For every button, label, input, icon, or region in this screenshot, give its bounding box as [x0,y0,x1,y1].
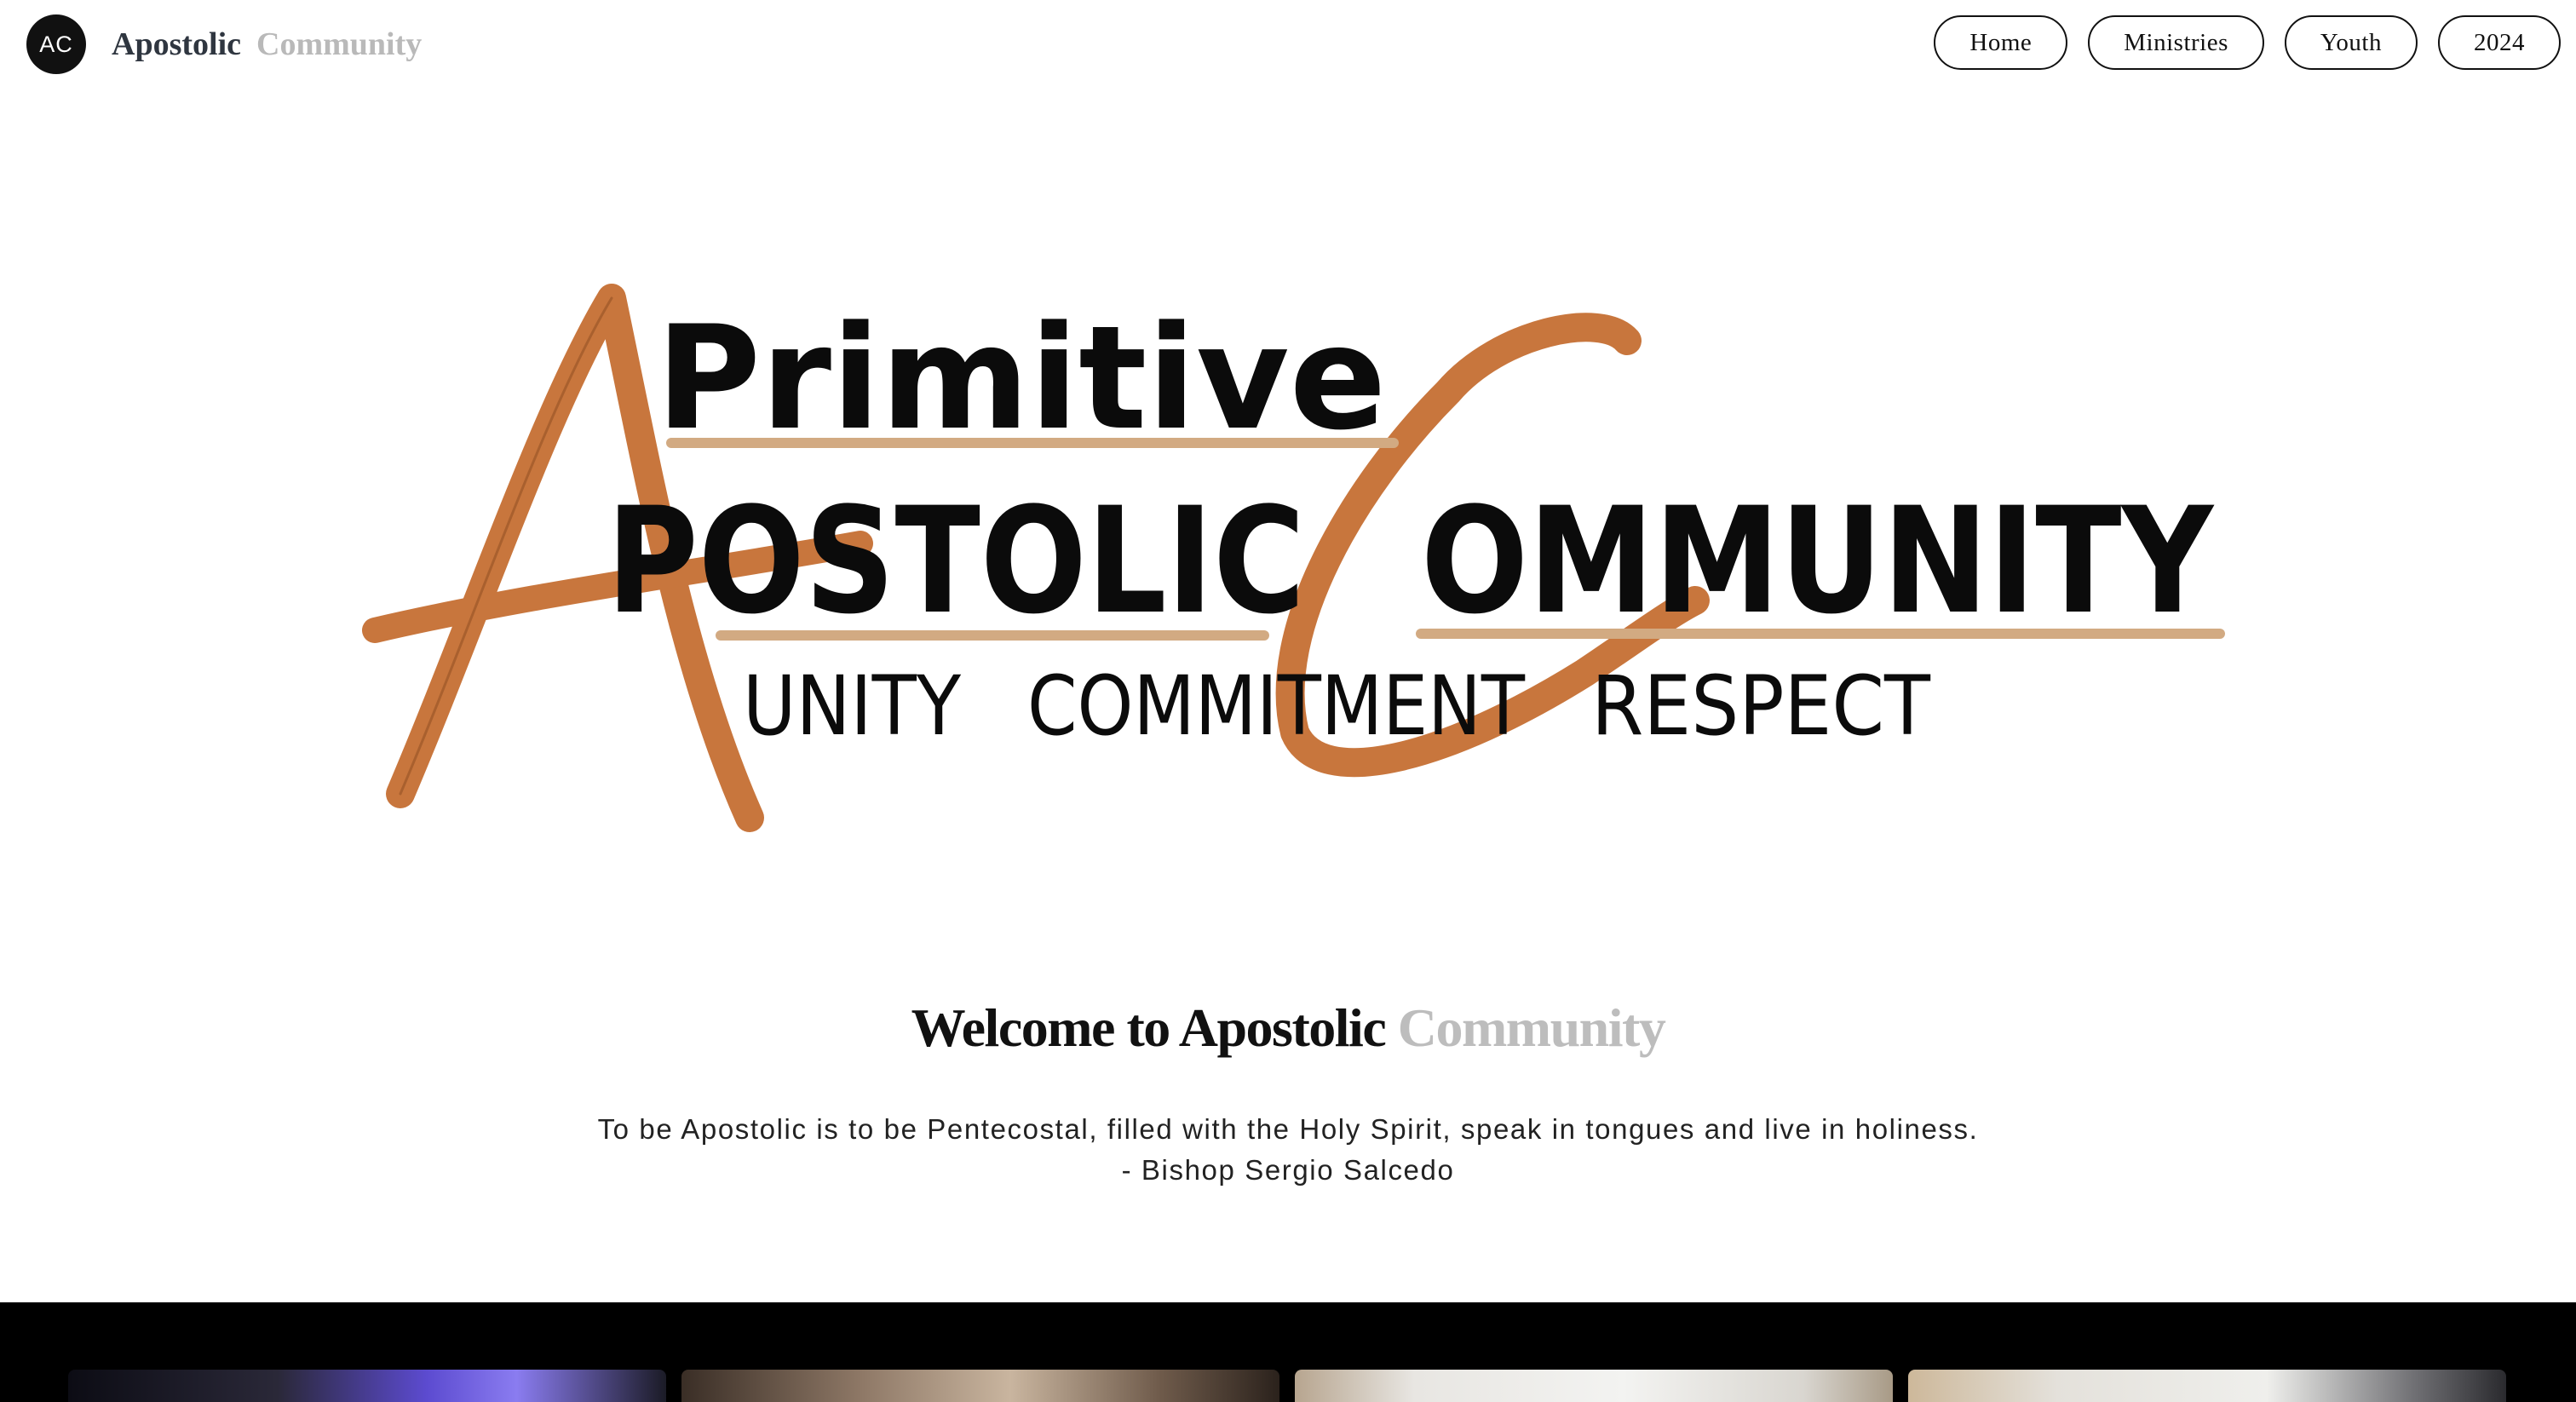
brand-name-primary: Apostolic [112,26,241,62]
nav-youth-button[interactable]: Youth [2284,15,2418,70]
welcome-title: Welcome to Apostolic Community [0,997,2576,1060]
hero-logo: Primitive POSTOLIC OMMUNITY UNITY COMMIT… [0,273,2576,852]
gallery-photo[interactable] [1908,1370,2506,1402]
site-header: AC Apostolic Community Home Ministries Y… [0,0,2576,94]
logo-word-postolic: POSTOLIC [607,475,1305,646]
main-nav: Home Ministries Youth 2024 [1934,15,2561,70]
nav-ministries-button[interactable]: Ministries [2088,15,2264,70]
photo-gallery-band [0,1302,2576,1402]
gallery-photo[interactable] [1295,1370,1893,1402]
welcome-title-primary: Welcome to Apostolic [911,997,1387,1058]
nav-home-button[interactable]: Home [1934,15,2068,70]
gallery-photo[interactable] [68,1370,666,1402]
logo-graphic: Primitive POSTOLIC OMMUNITY UNITY COMMIT… [362,284,2225,832]
gallery-photo[interactable] [681,1370,1279,1402]
avatar[interactable]: AC [26,14,86,74]
quote-text: To be Apostolic is to be Pentecostal, fi… [597,1113,1979,1145]
welcome-quote: To be Apostolic is to be Pentecostal, fi… [0,1109,2576,1191]
logo-value-respect: RESPECT [1591,658,1930,754]
nav-2024-button[interactable]: 2024 [2438,15,2561,70]
quote-attribution: - Bishop Sergio Salcedo [1121,1154,1455,1186]
logo-word-ommunity: OMMUNITY [1421,475,2215,646]
site-brand[interactable]: Apostolic Community [112,19,422,70]
brand-name-secondary: Community [256,26,423,62]
welcome-title-secondary: Community [1397,997,1666,1058]
logo-word-primitive: Primitive [656,295,1387,462]
logo-value-commitment: COMMITMENT [1027,658,1525,754]
logo-value-unity: UNITY [743,658,961,754]
